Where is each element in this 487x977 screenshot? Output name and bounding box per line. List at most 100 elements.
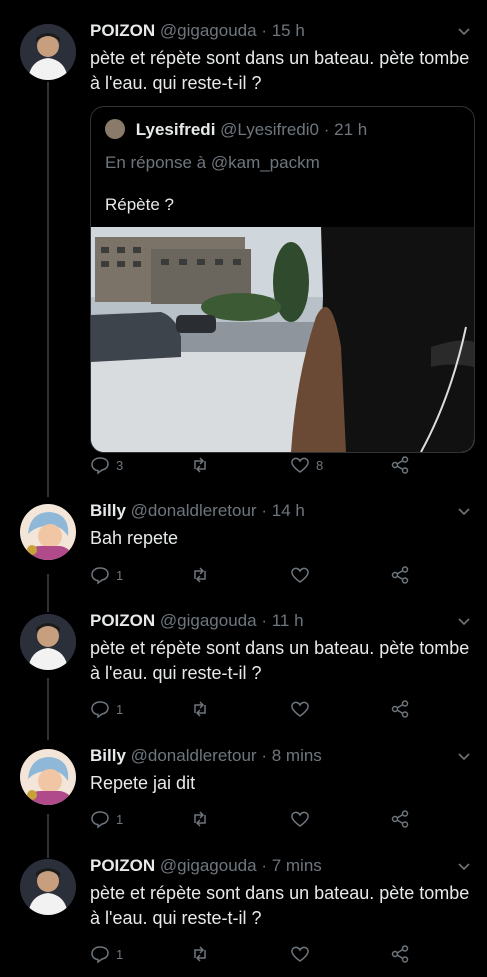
- share-button[interactable]: [390, 454, 410, 476]
- chevron-down-icon[interactable]: [457, 749, 471, 763]
- tweet-header: Billy @donaldleretour · 8 mins: [90, 745, 322, 767]
- retweet-icon: [194, 457, 206, 473]
- reply-icon: [91, 811, 109, 829]
- handle[interactable]: @gigagouda: [160, 611, 257, 630]
- reply-count: 1: [116, 946, 124, 962]
- avatar[interactable]: [20, 614, 76, 670]
- handle[interactable]: @gigagouda: [160, 856, 257, 875]
- heart-icon: [291, 811, 309, 827]
- timestamp[interactable]: 15 h: [272, 21, 305, 40]
- reply-icon: [91, 457, 109, 475]
- avatar[interactable]: [20, 859, 76, 915]
- like-button[interactable]: 8: [290, 454, 323, 476]
- timestamp[interactable]: 11 h: [272, 611, 304, 630]
- reply-button[interactable]: 3: [90, 454, 123, 476]
- retweet-icon: [194, 811, 206, 827]
- chevron-down-icon[interactable]: [457, 859, 471, 873]
- display-name[interactable]: POIZON: [90, 856, 155, 875]
- like-button[interactable]: [290, 698, 316, 720]
- share-button[interactable]: [390, 698, 410, 720]
- quoted-media[interactable]: [91, 227, 474, 452]
- avatar[interactable]: [20, 749, 76, 805]
- reply-icon: [91, 946, 109, 964]
- share-icon: [391, 945, 409, 963]
- separator: ·: [261, 856, 267, 875]
- reply-count: 1: [116, 701, 124, 717]
- tweet-actions: 1: [90, 564, 420, 586]
- quoted-tweet[interactable]: Lyesifredi @Lyesifredi0 · 21 h En répons…: [90, 106, 475, 453]
- display-name[interactable]: POIZON: [90, 611, 155, 630]
- tweet-header: POIZON @gigagouda · 11 h: [90, 610, 304, 632]
- separator: ·: [261, 746, 267, 765]
- handle[interactable]: @gigagouda: [160, 21, 257, 40]
- tweet[interactable]: Billy @donaldleretour · 14 h Bah repete …: [0, 500, 487, 600]
- reply-button[interactable]: 1: [90, 564, 123, 586]
- chevron-down-icon[interactable]: [457, 614, 471, 628]
- reply-button[interactable]: 1: [90, 943, 123, 965]
- tweet[interactable]: POIZON @gigagouda · 11 h pète et répète …: [0, 610, 487, 720]
- tweet-header: POIZON @gigagouda · 7 mins: [90, 855, 322, 877]
- heart-icon: [291, 567, 309, 583]
- reply-count: 1: [116, 811, 124, 827]
- avatar[interactable]: [20, 24, 76, 80]
- quoted-display-name: Lyesifredi: [135, 120, 216, 139]
- heart-icon: [291, 946, 309, 962]
- like-button[interactable]: [290, 564, 316, 586]
- retweet-button[interactable]: [190, 698, 216, 720]
- share-icon: [391, 456, 409, 474]
- tweet-text: pète et répète sont dans un bateau. pète…: [90, 883, 470, 928]
- tweet[interactable]: Billy @donaldleretour · 8 mins Repete ja…: [0, 745, 487, 835]
- quoted-avatar: [105, 119, 125, 139]
- reply-button[interactable]: 1: [90, 698, 123, 720]
- timestamp[interactable]: 14 h: [272, 501, 305, 520]
- display-name[interactable]: Billy: [90, 501, 126, 520]
- separator: ·: [261, 21, 267, 40]
- tweet-actions: 1: [90, 698, 420, 720]
- reply-count: 1: [116, 567, 124, 583]
- separator: ·: [323, 120, 330, 139]
- like-count: 8: [316, 457, 324, 473]
- tweet-actions: 1: [90, 943, 420, 965]
- retweet-icon: [194, 701, 206, 717]
- reply-context: En réponse à @kam_packm: [105, 153, 320, 172]
- chevron-down-icon[interactable]: [457, 24, 471, 38]
- retweet-button[interactable]: [190, 454, 216, 476]
- share-button[interactable]: [390, 808, 410, 830]
- timestamp[interactable]: 7 mins: [272, 856, 322, 875]
- quoted-handle: @Lyesifredi0: [220, 120, 319, 139]
- like-button[interactable]: [290, 808, 316, 830]
- tweet[interactable]: POIZON @gigagouda · 15 h pète et répète …: [0, 20, 487, 480]
- separator: ·: [261, 501, 267, 520]
- quoted-text: Répète ?: [105, 195, 174, 214]
- tweet-text: pète et répète sont dans un bateau. pète…: [90, 638, 470, 683]
- share-button[interactable]: [390, 564, 410, 586]
- tweet-text: pète et répète sont dans un bateau. pète…: [90, 48, 470, 93]
- tweet-text: Repete jai dit: [90, 773, 196, 793]
- handle[interactable]: @donaldleretour: [131, 746, 257, 765]
- reply-button[interactable]: 1: [90, 808, 123, 830]
- share-button[interactable]: [390, 943, 410, 965]
- quoted-timestamp: 21 h: [334, 120, 368, 139]
- separator: ·: [261, 611, 267, 630]
- reply-count: 3: [116, 457, 124, 473]
- tweet-header: POIZON @gigagouda · 15 h: [90, 20, 305, 42]
- retweet-button[interactable]: [190, 808, 216, 830]
- tweet-header: Billy @donaldleretour · 14 h: [90, 500, 305, 522]
- chevron-down-icon[interactable]: [457, 504, 471, 518]
- retweet-button[interactable]: [190, 564, 216, 586]
- share-icon: [391, 810, 409, 828]
- like-button[interactable]: [290, 943, 316, 965]
- tweet-actions: 1: [90, 808, 420, 830]
- display-name[interactable]: POIZON: [90, 21, 155, 40]
- handle[interactable]: @donaldleretour: [131, 501, 257, 520]
- heart-icon: [291, 457, 309, 473]
- timestamp[interactable]: 8 mins: [272, 746, 322, 765]
- retweet-button[interactable]: [190, 943, 216, 965]
- tweet[interactable]: POIZON @gigagouda · 7 mins pète et répèt…: [0, 855, 487, 970]
- display-name[interactable]: Billy: [90, 746, 126, 765]
- avatar[interactable]: [20, 504, 76, 560]
- reply-icon: [91, 701, 109, 719]
- share-icon: [391, 700, 409, 718]
- share-icon: [391, 566, 409, 584]
- reply-icon: [91, 567, 109, 585]
